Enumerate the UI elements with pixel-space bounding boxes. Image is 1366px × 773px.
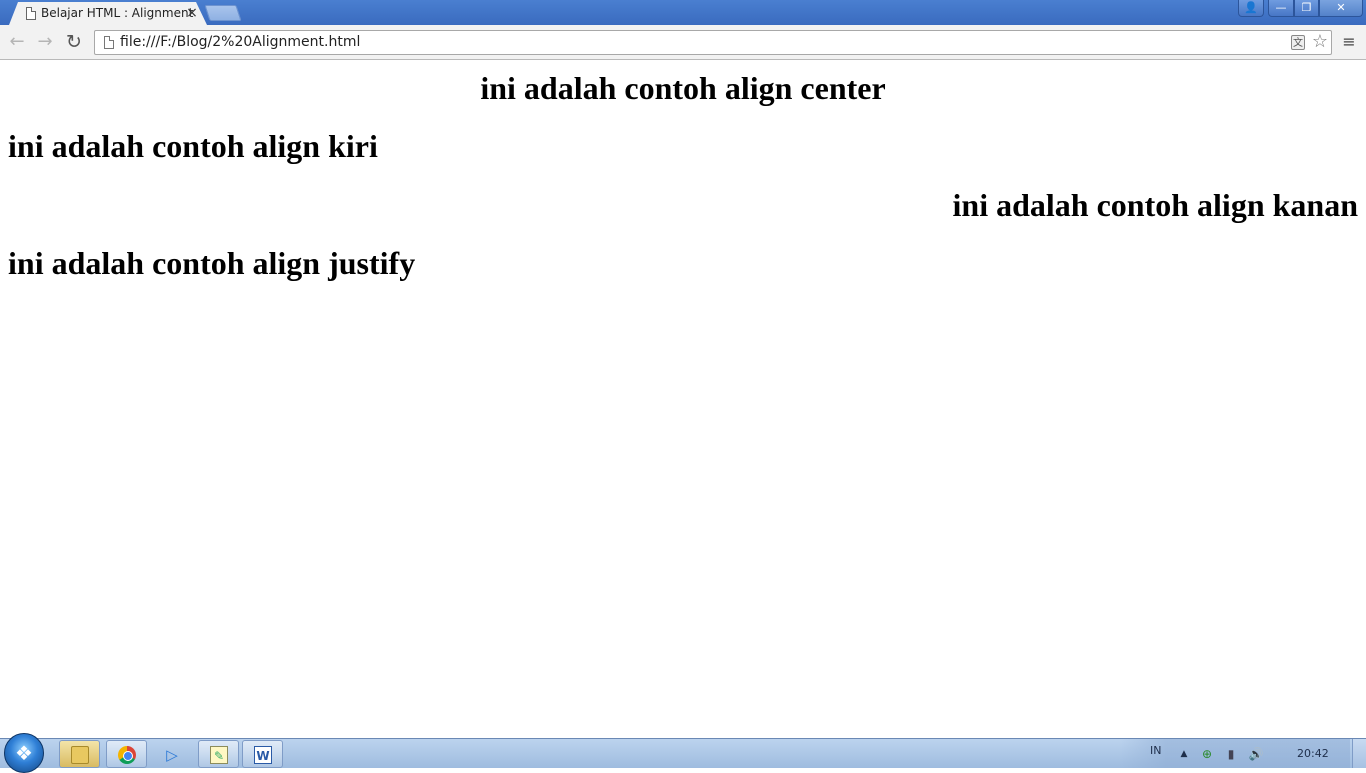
start-button[interactable] [4, 733, 44, 773]
network-globe-icon[interactable]: ⊕ [1199, 746, 1215, 762]
taskbar-explorer[interactable] [59, 740, 100, 768]
taskbar-word[interactable]: W [242, 740, 283, 768]
heading-align-left: ini adalah contoh align kiri [8, 128, 378, 164]
tab-close-icon[interactable]: × [186, 6, 198, 20]
translate-icon[interactable]: 文 [1291, 35, 1305, 50]
chrome-icon [118, 746, 136, 764]
page-content: ini adalah contoh align center ini adala… [0, 61, 1366, 738]
browser-toolbar: ← → ↻ file:///F:/Blog/2%20Alignment.html… [0, 25, 1366, 60]
url-text[interactable]: file:///F:/Blog/2%20Alignment.html [120, 34, 360, 50]
notes-icon: ✎ [210, 746, 228, 764]
taskbar: ▷ ✎ W IN ▲ ⊕ ▮ 🔊 20:42 [0, 733, 1366, 773]
clock[interactable]: 20:42 [1297, 747, 1329, 760]
heading-align-justify: ini adalah contoh align justify [8, 245, 416, 281]
address-bar[interactable]: file:///F:/Blog/2%20Alignment.html 文 ☆ [94, 30, 1332, 55]
page-icon [104, 36, 114, 49]
maximize-button[interactable]: ❐ [1294, 0, 1319, 17]
minimize-button[interactable]: — [1268, 0, 1294, 17]
bookmark-star-icon[interactable]: ☆ [1310, 32, 1330, 52]
volume-icon[interactable]: 🔊 [1248, 746, 1264, 762]
back-button[interactable]: ← [7, 32, 27, 52]
taskbar-media-player[interactable]: ▷ [151, 740, 192, 768]
show-hidden-icons-icon[interactable]: ▲ [1176, 746, 1192, 762]
close-window-button[interactable]: ✕ [1319, 0, 1363, 17]
title-bar: Belajar HTML : Alignment × 👤 — ❐ ✕ [0, 0, 1366, 25]
chrome-menu-icon[interactable]: ≡ [1340, 33, 1358, 51]
tab-title: Belajar HTML : Alignment [41, 6, 194, 20]
network-signal-icon[interactable]: ▮ [1223, 746, 1239, 762]
taskbar-chrome[interactable] [106, 740, 147, 768]
tab-active[interactable]: Belajar HTML : Alignment × [9, 2, 207, 25]
reload-button[interactable]: ↻ [64, 32, 84, 52]
heading-align-center: ini adalah contoh align center [480, 70, 886, 106]
user-profile-button[interactable]: 👤 [1238, 0, 1264, 17]
language-indicator[interactable]: IN [1150, 744, 1161, 757]
word-icon: W [254, 746, 272, 764]
new-tab-button[interactable] [204, 5, 242, 21]
forward-button[interactable]: → [35, 32, 55, 52]
document-icon [26, 7, 36, 20]
heading-align-right: ini adalah contoh align kanan [952, 187, 1358, 223]
show-desktop-button[interactable] [1352, 739, 1366, 768]
folder-icon [71, 746, 89, 764]
play-icon: ▷ [166, 746, 178, 764]
taskbar-sticky-notes[interactable]: ✎ [198, 740, 239, 768]
